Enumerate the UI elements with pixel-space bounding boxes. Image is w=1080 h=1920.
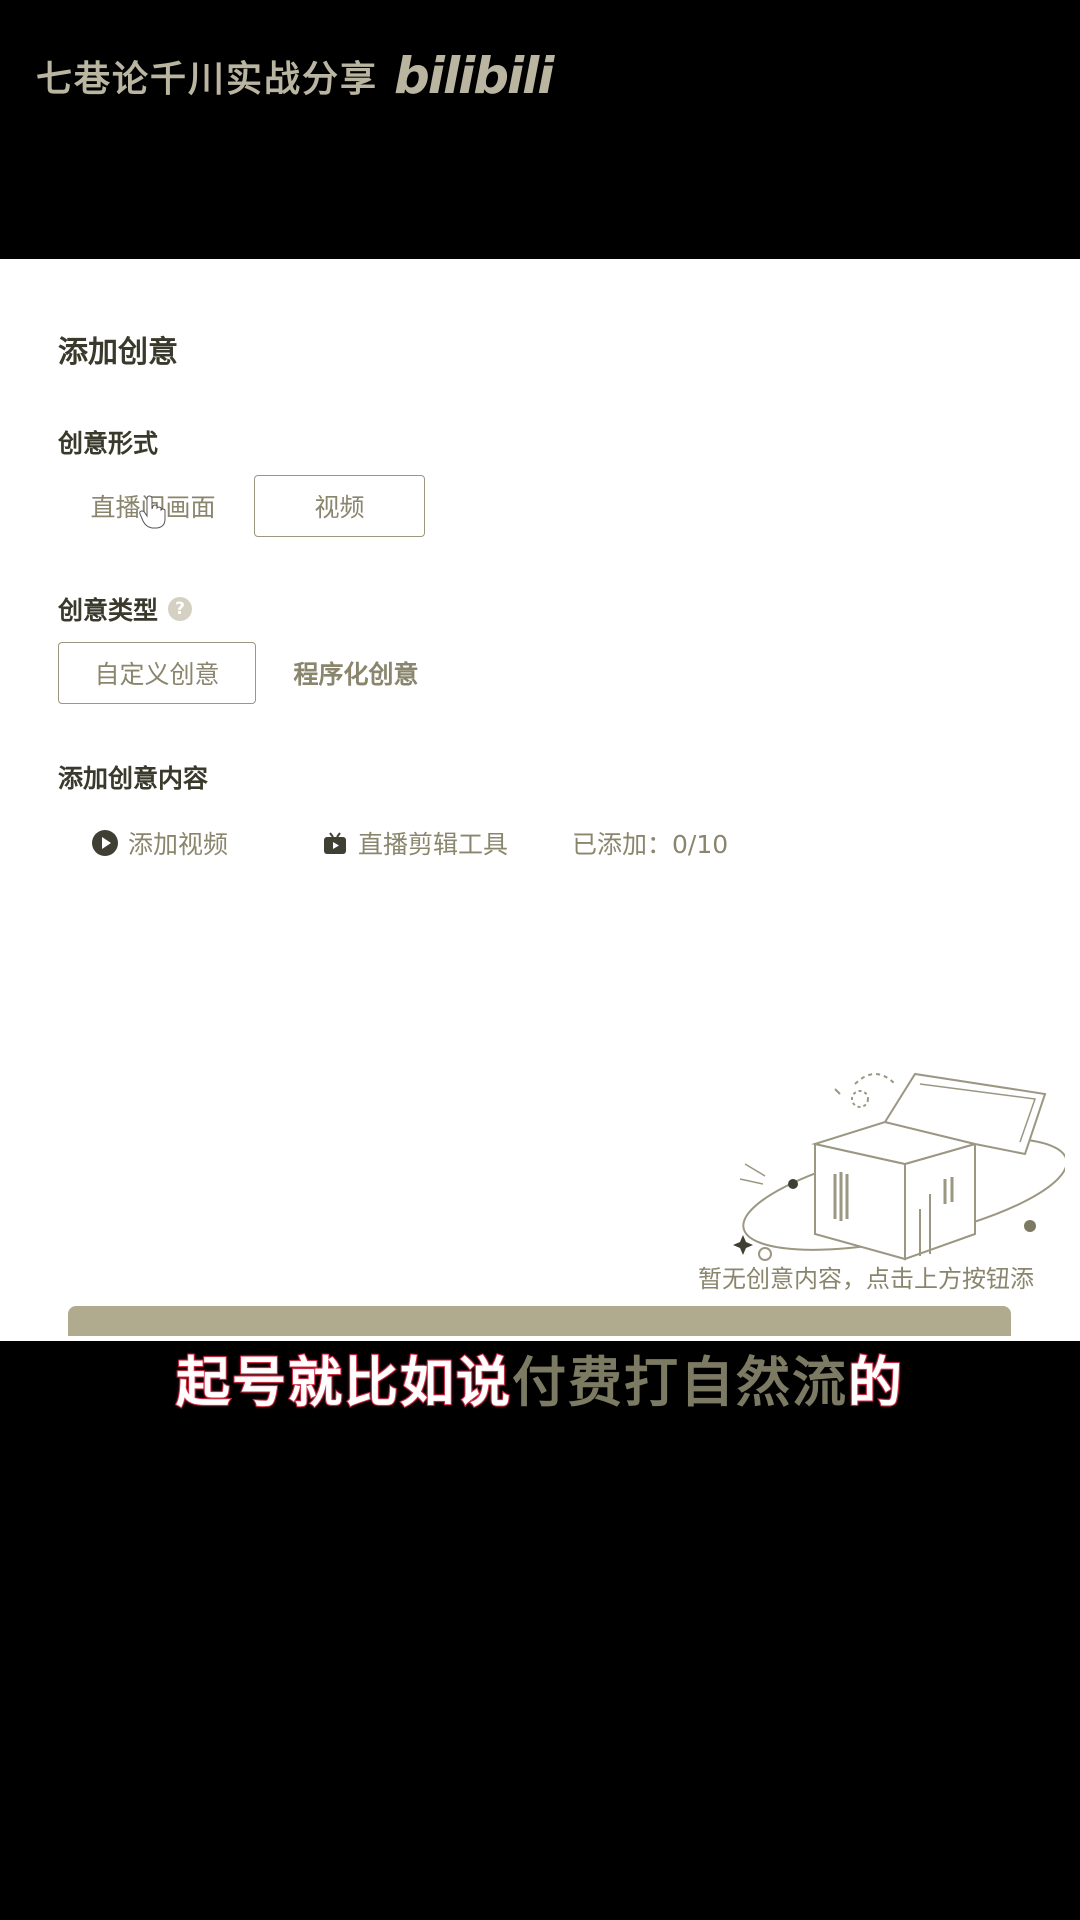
- empty-box-illustration: [733, 1072, 1065, 1261]
- video-subtitle: 起号就比如说付费打自然流的: [0, 1338, 1080, 1417]
- creative-content-label: 添加创意内容: [58, 764, 209, 793]
- subtitle-part-1: 起号就比如说: [175, 1350, 512, 1415]
- empty-state-text: 暂无创意内容，点击上方按钮添: [698, 1265, 1034, 1293]
- play-icon: [92, 830, 118, 856]
- bilibili-logo: bilibili: [394, 47, 554, 105]
- help-icon[interactable]: ?: [168, 597, 193, 621]
- creative-form-label: 创意形式: [58, 429, 159, 458]
- hand-cursor-icon: [139, 495, 166, 529]
- creative-type-text: 创意类型: [58, 596, 159, 625]
- live-clip-tool-label: 直播剪辑工具: [358, 830, 509, 859]
- creative-type-label: 创意类型 ?: [58, 591, 193, 627]
- tv-icon: [324, 832, 346, 854]
- added-count: 已添加：0/10: [572, 830, 729, 859]
- page-title: 添加创意: [58, 335, 178, 370]
- add-video-button[interactable]: 添加视频: [92, 825, 228, 861]
- option-programmatic-creative[interactable]: 程序化创意: [270, 642, 442, 704]
- channel-watermark: 七巷论千川实战分享 bilibili: [36, 47, 554, 105]
- option-video[interactable]: 视频: [254, 475, 425, 537]
- subtitle-part-3: 的: [847, 1350, 904, 1415]
- option-custom-creative[interactable]: 自定义创意: [58, 642, 256, 704]
- add-video-label: 添加视频: [128, 830, 229, 859]
- live-clip-tool-button[interactable]: 直播剪辑工具: [322, 825, 508, 861]
- channel-name: 七巷论千川实战分享: [36, 59, 379, 100]
- subtitle-background-bar: [68, 1306, 1011, 1336]
- add-creative-panel: 添加创意 创意形式 直播间画面 视频 创意类型 ? 自定义创意 程序化创意 添加…: [0, 259, 1080, 1341]
- subtitle-part-2: 付费打自然流: [512, 1351, 848, 1414]
